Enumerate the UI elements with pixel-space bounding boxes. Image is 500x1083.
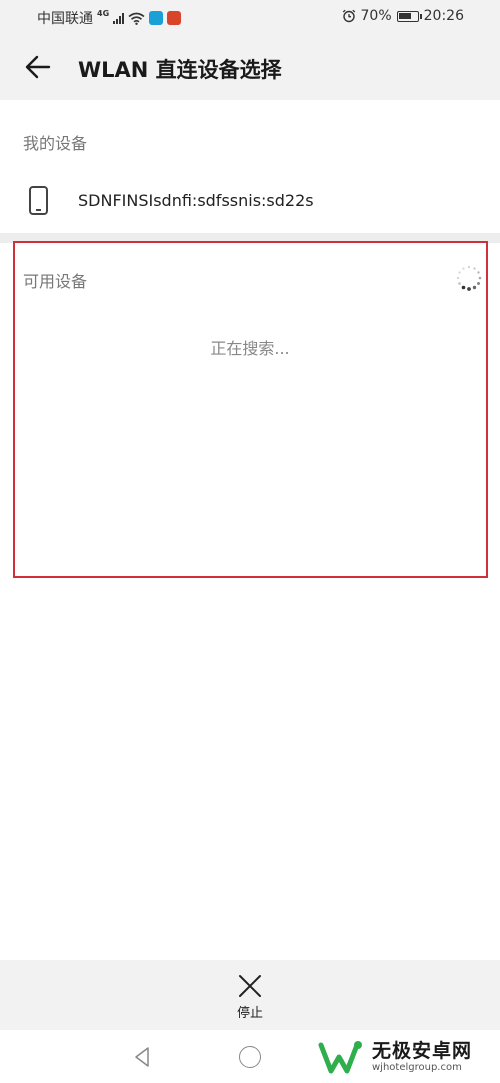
watermark-logo-icon [318, 1041, 362, 1074]
device-name: SDNFINSIsdnfi:sdfssnis:sd22s [78, 191, 314, 210]
watermark-url: wjhotelgroup.com [372, 1061, 462, 1073]
clock-time: 20:26 [423, 8, 464, 24]
page-title: WLAN 直连设备选择 [78, 58, 282, 82]
phone-icon [29, 186, 48, 215]
watermark-text: 无极安卓网 [372, 1040, 473, 1063]
searching-status: 正在搜索... [210, 339, 290, 358]
arrow-left-icon[interactable] [20, 49, 56, 85]
network-type: 4G [97, 8, 110, 18]
signal-icon [113, 12, 125, 24]
nav-home-icon[interactable] [239, 1046, 261, 1068]
bottom-action-bar: 停止 [0, 960, 500, 1030]
status-bar: 中国联通 4G 70% 20:26 [0, 0, 500, 34]
carrier-name: 中国联通 [37, 11, 93, 27]
watermark: 无极安卓网 wjhotelgroup.com [318, 1036, 472, 1080]
my-device-item[interactable]: SDNFINSIsdnfi:sdfssnis:sd22s [0, 170, 500, 232]
close-icon [239, 975, 261, 997]
my-devices-header: 我的设备 [23, 134, 88, 153]
available-devices-header: 可用设备 [23, 272, 88, 291]
alarm-icon [342, 9, 355, 23]
app-icon [149, 11, 164, 25]
app-bar: WLAN 直连设备选择 [0, 34, 500, 100]
loading-spinner-icon [456, 265, 482, 291]
nav-back-icon[interactable] [131, 1046, 153, 1068]
status-right: 70% 20:26 [342, 8, 464, 24]
battery-percent: 70% [360, 8, 392, 24]
battery-level-fill [398, 12, 411, 19]
stop-button[interactable]: 停止 [220, 968, 280, 1028]
battery-icon [396, 10, 422, 22]
stop-label: 停止 [236, 1006, 263, 1021]
app-icon [167, 11, 182, 25]
wifi-icon [128, 12, 145, 25]
status-left: 中国联通 4G [37, 8, 182, 28]
